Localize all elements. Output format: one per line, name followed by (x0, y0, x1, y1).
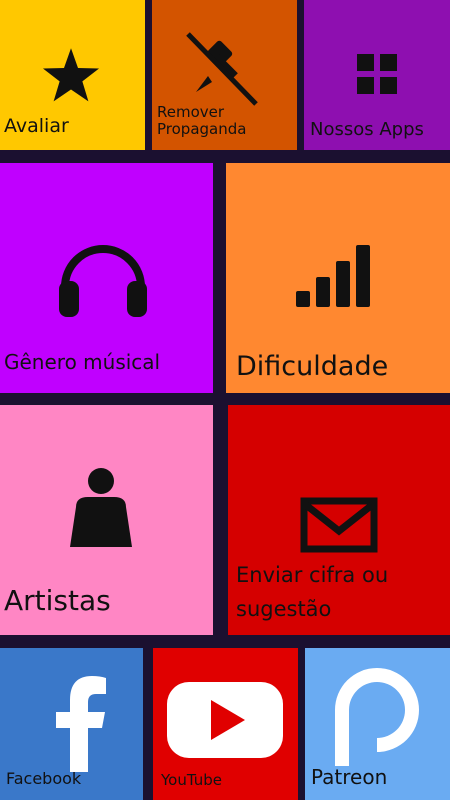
grid-icon (357, 54, 397, 94)
difficulty-label: Dificuldade (236, 351, 389, 382)
headphones-icon (55, 225, 151, 321)
genre-tile[interactable]: Gênero músical (0, 163, 213, 393)
rate-label: Avaliar (4, 115, 69, 137)
remove-ads-label-line2: Propaganda (157, 120, 247, 139)
artists-label: Artistas (4, 584, 111, 617)
difficulty-tile[interactable]: Dificuldade (226, 163, 450, 393)
send-chord-label-line1: Enviar cifra ou (236, 563, 389, 587)
genre-label: Gênero músical (4, 350, 161, 374)
artists-tile[interactable]: Artistas (0, 405, 213, 635)
facebook-label: Facebook (6, 769, 82, 788)
patreon-icon (327, 662, 427, 766)
our-apps-label: Nossos Apps (310, 119, 424, 140)
youtube-icon (167, 682, 283, 758)
envelope-icon (300, 497, 378, 553)
patreon-label: Patreon (311, 765, 388, 789)
send-chord-tile[interactable]: Enviar cifra ou sugestão (228, 405, 450, 635)
youtube-label: YouTube (161, 771, 222, 789)
youtube-tile[interactable]: YouTube (153, 648, 298, 800)
facebook-icon (50, 672, 110, 772)
facebook-tile[interactable]: Facebook (0, 648, 143, 800)
signal-bars-icon (296, 241, 376, 307)
remove-ads-label: Remover Propaganda (157, 103, 247, 139)
person-icon (68, 467, 134, 553)
patreon-tile[interactable]: Patreon (305, 648, 450, 800)
remove-ads-label-line1: Remover (157, 103, 225, 121)
remove-ads-tile[interactable]: Remover Propaganda (152, 0, 297, 150)
send-chord-label: Enviar cifra ou sugestão (236, 559, 388, 626)
our-apps-tile[interactable]: Nossos Apps (304, 0, 450, 150)
send-chord-label-line2: sugestão (236, 596, 332, 621)
star-icon (42, 48, 100, 104)
rate-tile[interactable]: Avaliar (0, 0, 145, 150)
unpin-icon (182, 30, 262, 110)
